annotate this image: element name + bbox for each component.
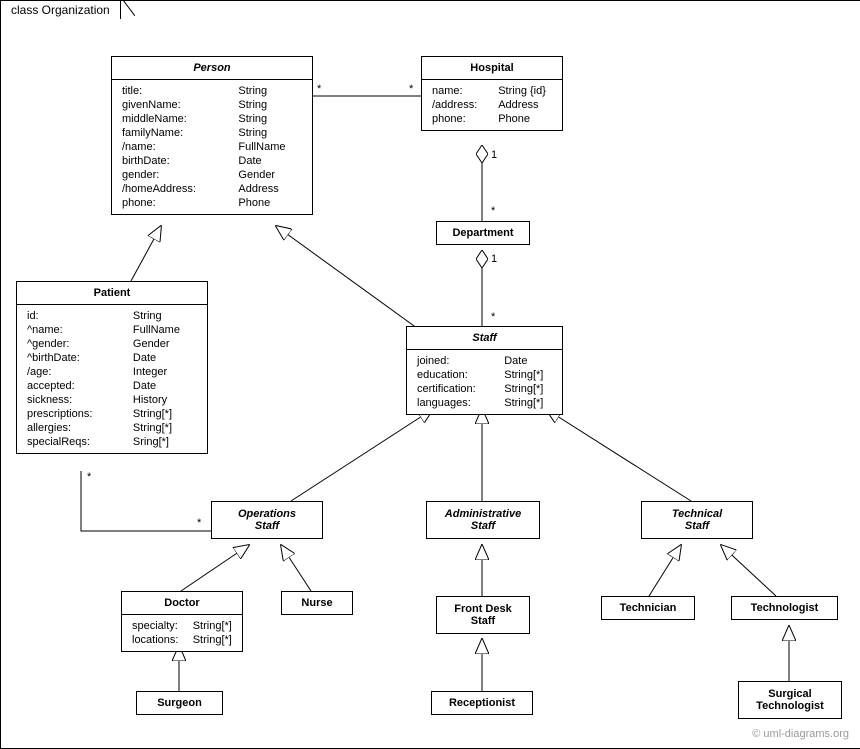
multiplicity: 1 (491, 149, 497, 161)
class-title: Operations Staff (212, 502, 322, 538)
multiplicity: * (491, 205, 495, 217)
class-title: Receptionist (432, 692, 532, 714)
class-title: Patient (17, 282, 207, 305)
class-surgeon: Surgeon (136, 691, 223, 715)
class-title: Staff (407, 327, 562, 350)
class-title: Technician (602, 597, 694, 619)
class-title: Surgeon (137, 692, 222, 714)
class-patient: Patient id:String ^name:FullName ^gender… (16, 281, 208, 454)
class-body: title:String givenName:String middleName… (112, 80, 312, 214)
class-title: Administrative Staff (427, 502, 539, 538)
class-title: Technologist (732, 597, 837, 619)
class-hospital: Hospital name:String {id} /address:Addre… (421, 56, 563, 131)
class-title: Technical Staff (642, 502, 752, 538)
class-department: Department (436, 221, 530, 245)
class-body: specialty:String[*] locations:String[*] (122, 615, 242, 651)
class-body: joined:Date education:String[*] certific… (407, 350, 562, 414)
multiplicity: 1 (491, 253, 497, 265)
class-staff: Staff joined:Date education:String[*] ce… (406, 326, 563, 415)
class-person: Person title:String givenName:String mid… (111, 56, 313, 215)
class-title: Person (112, 57, 312, 80)
class-receptionist: Receptionist (431, 691, 533, 715)
class-title: Department (437, 222, 529, 244)
multiplicity: * (87, 471, 91, 483)
class-body: name:String {id} /address:Address phone:… (422, 80, 562, 130)
class-front-desk-staff: Front Desk Staff (436, 596, 530, 634)
class-title: Hospital (422, 57, 562, 80)
class-surgical-technologist: Surgical Technologist (738, 681, 842, 719)
class-administrative-staff: Administrative Staff (426, 501, 540, 539)
multiplicity: * (317, 83, 321, 95)
class-title: Doctor (122, 592, 242, 615)
class-technician: Technician (601, 596, 695, 620)
uml-package-diagram: class Organization (0, 0, 860, 749)
class-title: Front Desk Staff (437, 597, 529, 633)
class-body: id:String ^name:FullName ^gender:Gender … (17, 305, 207, 453)
class-technical-staff: Technical Staff (641, 501, 753, 539)
multiplicity: * (491, 311, 495, 323)
class-nurse: Nurse (281, 591, 353, 615)
class-technologist: Technologist (731, 596, 838, 620)
multiplicity: * (197, 517, 201, 529)
class-operations-staff: Operations Staff (211, 501, 323, 539)
multiplicity: * (409, 83, 413, 95)
class-title: Surgical Technologist (739, 682, 841, 718)
class-doctor: Doctor specialty:String[*] locations:Str… (121, 591, 243, 652)
class-title: Nurse (282, 592, 352, 614)
